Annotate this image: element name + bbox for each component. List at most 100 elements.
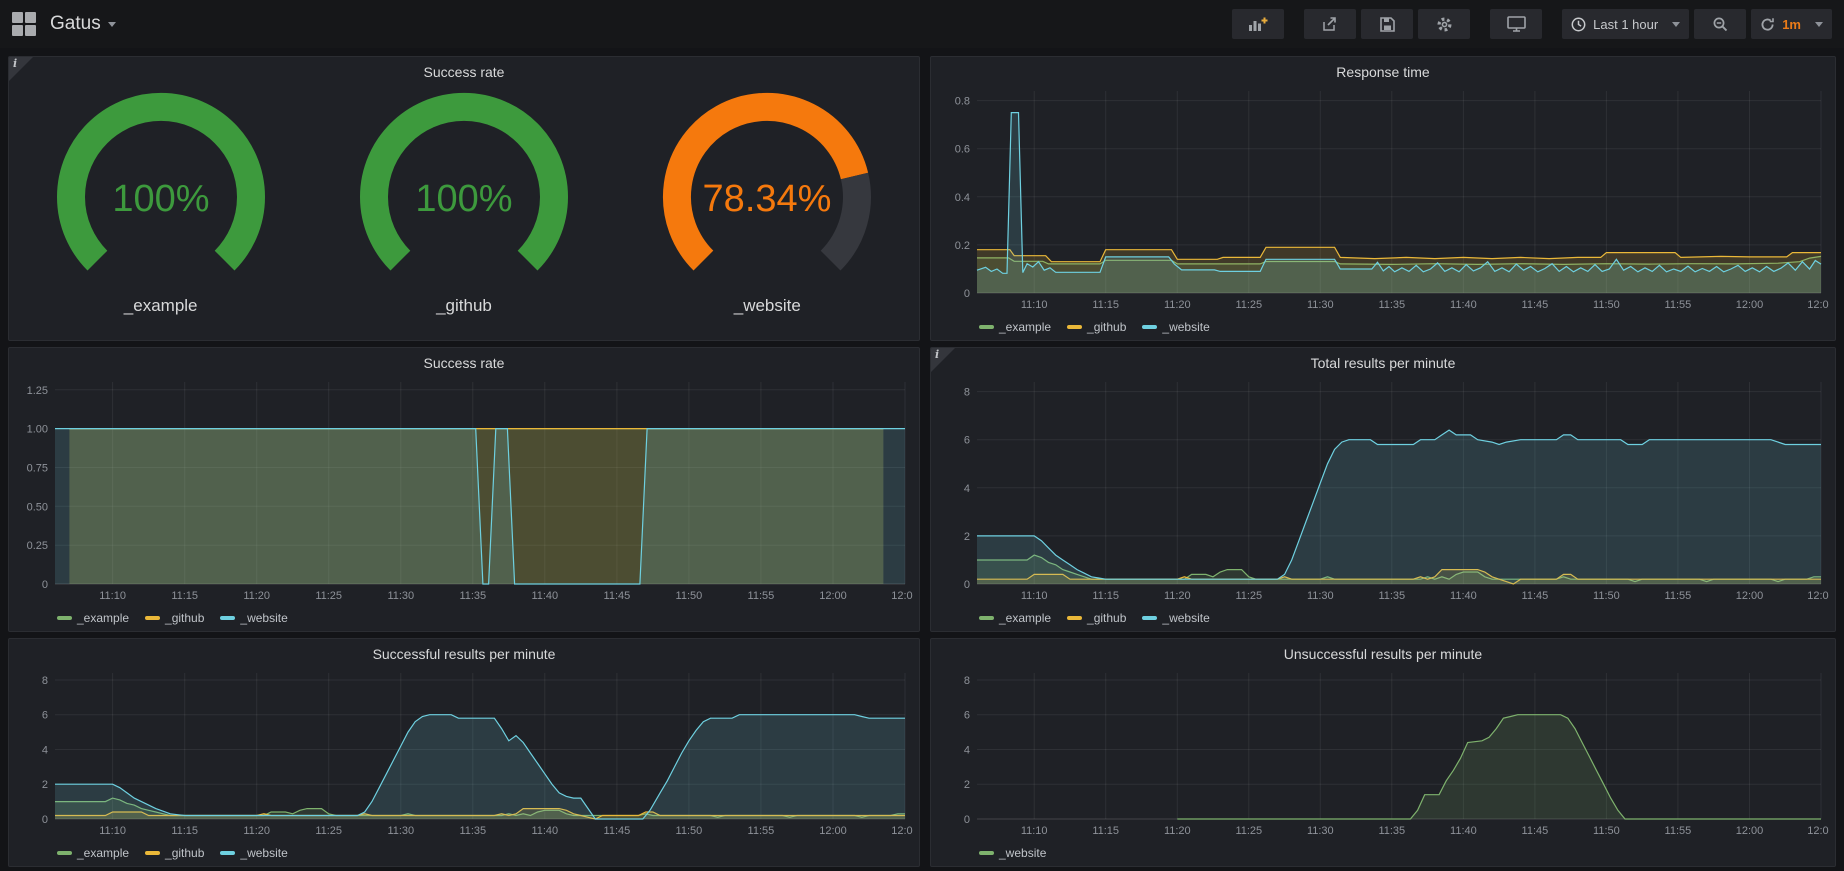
dashboard-grid: i Success rate 100% _example 100% _githu… (0, 48, 1844, 871)
svg-text:2: 2 (964, 531, 970, 543)
svg-text:1.25: 1.25 (27, 385, 48, 397)
svg-text:1.00: 1.00 (27, 424, 48, 436)
svg-text:11:10: 11:10 (99, 825, 126, 837)
dashboard-title: Gatus (50, 13, 101, 35)
svg-text:11:35: 11:35 (1378, 825, 1405, 837)
svg-text:0: 0 (964, 288, 970, 300)
svg-text:11:35: 11:35 (459, 590, 486, 602)
panel-info-corner[interactable]: i (9, 57, 33, 81)
legend-item[interactable]: _github (1067, 320, 1126, 334)
svg-text:11:20: 11:20 (1164, 825, 1191, 837)
settings-button[interactable] (1418, 9, 1470, 39)
svg-text:12:05: 12:05 (891, 825, 913, 837)
svg-text:8: 8 (964, 675, 970, 687)
svg-text:6: 6 (42, 710, 48, 722)
legend-item[interactable]: _website (220, 846, 287, 860)
svg-text:0.6: 0.6 (955, 144, 970, 156)
info-icon: i (13, 57, 17, 70)
svg-text:11:15: 11:15 (171, 590, 198, 602)
svg-text:12:05: 12:05 (1807, 299, 1829, 311)
top-navbar: Gatus Last 1 hour 1m (0, 0, 1844, 48)
chart-legend: _example _github _website (9, 609, 919, 627)
save-icon (1380, 17, 1395, 32)
panel-title[interactable]: Total results per minute (931, 348, 1835, 372)
grid-logo-icon[interactable] (12, 12, 36, 36)
legend-item[interactable]: _website (979, 846, 1046, 860)
svg-text:0.75: 0.75 (27, 463, 48, 475)
legend-item[interactable]: _example (979, 320, 1051, 334)
panel-title[interactable]: Response time (931, 57, 1835, 81)
legend-item[interactable]: _website (1142, 320, 1209, 334)
gauge-group: 100% _example 100% _github 78.34% _websi… (9, 81, 919, 316)
svg-text:11:50: 11:50 (1593, 299, 1620, 311)
svg-text:12:05: 12:05 (891, 590, 913, 602)
legend-color-dash (1067, 325, 1082, 329)
add-panel-button[interactable] (1232, 9, 1284, 39)
legend-series-name: _website (240, 846, 287, 860)
legend-item[interactable]: _github (145, 846, 204, 860)
svg-text:4: 4 (964, 745, 970, 757)
legend-series-name: _github (165, 611, 204, 625)
legend-color-dash (220, 851, 235, 855)
svg-text:11:30: 11:30 (1307, 299, 1334, 311)
chart-canvas[interactable]: 11:1011:1511:2011:2511:3011:3511:4011:45… (9, 663, 913, 839)
info-icon: i (935, 348, 939, 361)
legend-series-name: _github (165, 846, 204, 860)
add-panel-icon (1248, 16, 1269, 32)
svg-text:12:00: 12:00 (819, 590, 847, 602)
dashboard-title-dropdown[interactable]: Gatus (50, 13, 116, 35)
svg-text:11:20: 11:20 (243, 590, 270, 602)
zoom-out-button[interactable] (1694, 9, 1746, 39)
svg-text:11:50: 11:50 (1593, 590, 1620, 602)
panel-response-time: Response time 11:1011:1511:2011:2511:301… (930, 56, 1836, 341)
legend-color-dash (1142, 616, 1157, 620)
svg-text:0.2: 0.2 (955, 240, 970, 252)
legend-color-dash (220, 616, 235, 620)
time-range-picker[interactable]: Last 1 hour (1562, 9, 1689, 39)
svg-text:11:10: 11:10 (1021, 299, 1048, 311)
gauge-arc: 100% (322, 85, 606, 291)
svg-text:11:55: 11:55 (748, 590, 775, 602)
svg-text:0.8: 0.8 (955, 96, 970, 108)
svg-text:11:30: 11:30 (387, 590, 414, 602)
legend-item[interactable]: _website (220, 611, 287, 625)
panel-title[interactable]: Unsuccessful results per minute (931, 639, 1835, 663)
legend-item[interactable]: _github (1067, 611, 1126, 625)
refresh-picker[interactable]: 1m (1751, 9, 1832, 39)
panel-title[interactable]: Successful results per minute (9, 639, 919, 663)
legend-color-dash (145, 851, 160, 855)
svg-text:11:15: 11:15 (171, 825, 198, 837)
svg-text:11:20: 11:20 (1164, 590, 1191, 602)
svg-text:11:10: 11:10 (1021, 590, 1048, 602)
panel-title[interactable]: Success rate (9, 348, 919, 372)
svg-text:11:30: 11:30 (1307, 825, 1334, 837)
legend-series-name: _website (1162, 320, 1209, 334)
legend-item[interactable]: _website (1142, 611, 1209, 625)
legend-item[interactable]: _example (57, 846, 129, 860)
svg-text:11:40: 11:40 (531, 825, 558, 837)
tv-mode-button[interactable] (1490, 9, 1542, 39)
svg-text:11:25: 11:25 (315, 590, 342, 602)
svg-text:11:25: 11:25 (1235, 590, 1262, 602)
svg-text:11:40: 11:40 (531, 590, 558, 602)
legend-item[interactable]: _example (979, 611, 1051, 625)
chart-canvas[interactable]: 11:1011:1511:2011:2511:3011:3511:4011:45… (931, 372, 1829, 604)
legend-item[interactable]: _example (57, 611, 129, 625)
zoom-out-icon (1712, 16, 1728, 32)
svg-text:11:15: 11:15 (1092, 590, 1119, 602)
share-button[interactable] (1304, 9, 1356, 39)
chart-canvas[interactable]: 11:1011:1511:2011:2511:3011:3511:4011:45… (9, 372, 913, 604)
refresh-interval-label: 1m (1782, 17, 1801, 32)
svg-text:11:45: 11:45 (1522, 590, 1549, 602)
save-button[interactable] (1361, 9, 1413, 39)
panel-info-corner[interactable]: i (931, 348, 955, 372)
panel-title[interactable]: Success rate (9, 57, 919, 81)
legend-item[interactable]: _github (145, 611, 204, 625)
svg-text:11:50: 11:50 (676, 825, 703, 837)
time-range-label: Last 1 hour (1593, 17, 1658, 32)
chevron-down-icon (1815, 22, 1823, 27)
chart-canvas[interactable]: 11:1011:1511:2011:2511:3011:3511:4011:45… (931, 81, 1829, 313)
svg-text:12:00: 12:00 (1736, 590, 1764, 602)
svg-text:11:30: 11:30 (1307, 590, 1334, 602)
chart-canvas[interactable]: 11:1011:1511:2011:2511:3011:3511:4011:45… (931, 663, 1829, 839)
